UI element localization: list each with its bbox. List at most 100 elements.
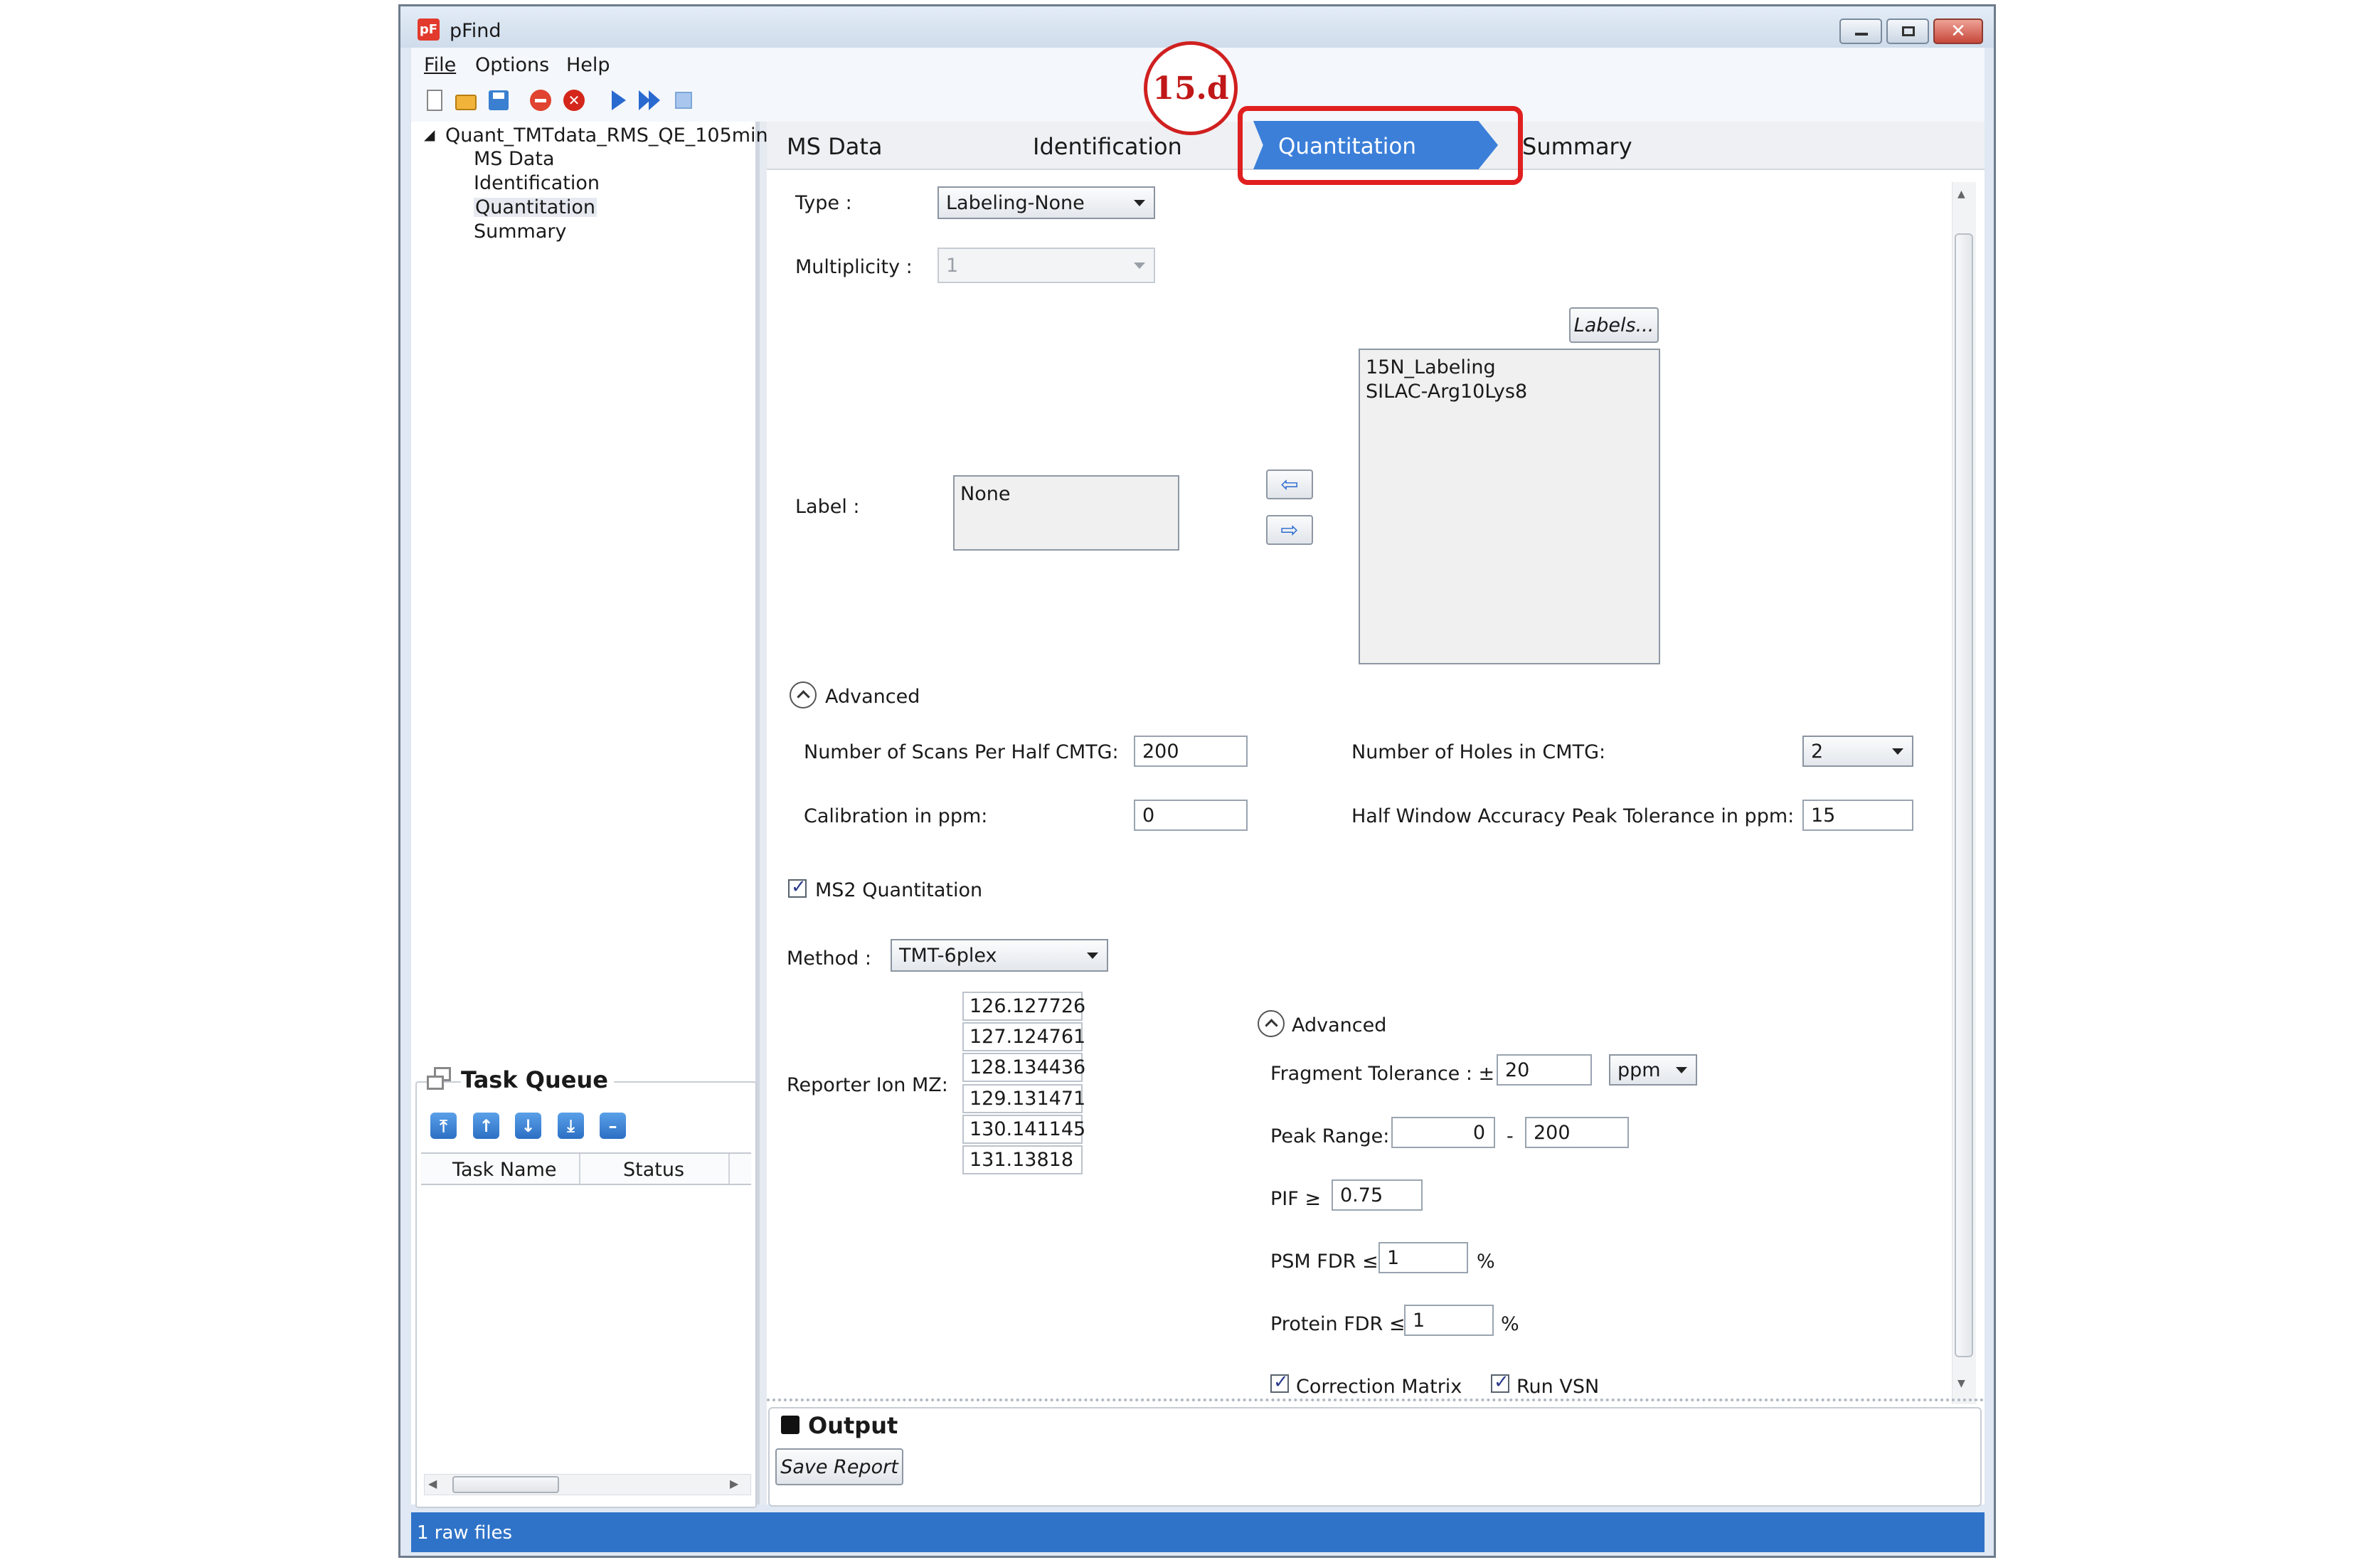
move-right-button[interactable]: ⇨ <box>1266 515 1313 545</box>
output-splitter[interactable] <box>767 1399 1985 1403</box>
fragment-tolerance-input[interactable]: 20 <box>1497 1054 1592 1086</box>
calibration-input[interactable]: 0 <box>1134 800 1248 831</box>
run-vsn-checkbox[interactable] <box>1491 1371 1509 1393</box>
tree-expand-icon[interactable]: ◢ <box>424 127 435 142</box>
move-left-button[interactable]: ⇦ <box>1266 469 1313 499</box>
type-label: Type : <box>795 192 852 214</box>
task-scroll-thumb[interactable] <box>452 1476 559 1493</box>
scroll-left-icon[interactable]: ◀ <box>428 1478 437 1490</box>
chevron-down-icon <box>1676 1067 1687 1073</box>
reporter-ion-cell[interactable]: 127.124761 <box>962 1022 1085 1051</box>
close-button[interactable]: ✕ <box>1933 18 1983 44</box>
labels-button[interactable]: Labels... <box>1569 307 1659 343</box>
move-down-icon[interactable]: ↓ <box>515 1113 541 1139</box>
save-report-button[interactable]: Save Report <box>775 1448 903 1485</box>
vertical-scroll-thumb[interactable] <box>1955 233 1973 1357</box>
tree-item-summary[interactable]: Summary <box>474 222 566 241</box>
task-queue-title: Task Queue <box>461 1068 614 1091</box>
label-label: Label : <box>795 496 860 518</box>
tree-item-ms-data[interactable]: MS Data <box>474 149 554 169</box>
task-queue-icon <box>427 1067 452 1093</box>
correction-matrix-checkbox[interactable] <box>1270 1371 1289 1393</box>
protein-fdr-unit: % <box>1501 1313 1519 1335</box>
save-icon[interactable] <box>487 88 511 112</box>
type-select[interactable]: Labeling-None <box>937 186 1155 219</box>
peak-range-max-input[interactable]: 200 <box>1525 1117 1629 1148</box>
peak-range-min-input[interactable]: 0 <box>1391 1117 1495 1148</box>
reporter-ion-cell[interactable]: 130.141145 <box>962 1115 1085 1144</box>
psm-fdr-input[interactable]: 1 <box>1378 1242 1468 1273</box>
reporter-ion-cell[interactable]: 126.127726 <box>962 992 1085 1021</box>
maximize-button[interactable] <box>1886 18 1929 44</box>
arrow-left-icon: ⇦ <box>1280 472 1299 497</box>
run-all-icon[interactable] <box>637 88 662 112</box>
multiplicity-select-value: 1 <box>946 254 959 277</box>
pif-input[interactable]: 0.75 <box>1332 1179 1423 1211</box>
advanced-collapse-icon[interactable] <box>790 681 817 709</box>
available-label-item[interactable]: SILAC-Arg10Lys8 <box>1366 380 1653 404</box>
remove-task-icon[interactable]: – <box>600 1113 626 1139</box>
ms2-quantitation-label: MS2 Quantitation <box>815 879 983 901</box>
scans-input[interactable]: 200 <box>1134 736 1248 767</box>
open-folder-icon[interactable] <box>454 88 478 112</box>
reporter-ion-cell[interactable]: 129.131471 <box>962 1084 1085 1113</box>
advanced-ms2-label: Advanced <box>1292 1014 1387 1036</box>
status-bar <box>411 1512 1985 1552</box>
chevron-down-icon <box>1892 748 1903 755</box>
run-icon[interactable] <box>606 88 630 112</box>
task-col-status[interactable]: Status <box>623 1160 684 1179</box>
menu-file[interactable]: File <box>424 55 456 75</box>
status-text: 1 raw files <box>417 1522 513 1544</box>
advanced-label: Advanced <box>825 686 920 708</box>
pane-splitter[interactable] <box>760 122 767 1505</box>
new-file-icon[interactable] <box>423 88 447 112</box>
selected-label-item[interactable]: None <box>960 482 1172 506</box>
run-vsn-label: Run VSN <box>1516 1376 1600 1398</box>
advanced-ms2-collapse-icon[interactable] <box>1258 1010 1285 1037</box>
scroll-down-icon[interactable]: ▼ <box>1957 1379 1965 1389</box>
tree-root[interactable]: Quant_TMTdata_RMS_QE_105min <box>445 126 768 145</box>
tree-item-quantitation[interactable]: Quantitation <box>474 198 597 217</box>
ms2-quantitation-checkbox[interactable] <box>788 876 807 898</box>
move-bottom-icon[interactable]: ⤓ <box>558 1113 584 1139</box>
reporter-ion-cell[interactable]: 128.134436 <box>962 1053 1085 1082</box>
available-label-item[interactable]: 15N_Labeling <box>1366 356 1653 380</box>
multiplicity-label: Multiplicity : <box>795 256 913 278</box>
task-col-name[interactable]: Task Name <box>452 1160 557 1179</box>
protein-fdr-input[interactable]: 1 <box>1404 1305 1494 1336</box>
menu-options[interactable]: Options <box>475 55 549 75</box>
tab-ms-data[interactable]: MS Data <box>787 135 883 158</box>
fragment-unit-select[interactable]: ppm <box>1609 1054 1697 1086</box>
highlight-box <box>1238 106 1523 185</box>
stop-task-icon[interactable] <box>528 88 553 112</box>
move-top-icon[interactable]: ⤒ <box>430 1113 457 1139</box>
tab-summary[interactable]: Summary <box>1522 135 1632 158</box>
selected-labels-list[interactable]: None <box>953 475 1179 551</box>
minimize-button[interactable] <box>1839 18 1882 44</box>
holes-select[interactable]: 2 <box>1802 736 1913 767</box>
holes-label: Number of Holes in CMTG: <box>1351 741 1606 763</box>
delete-task-icon[interactable]: ✕ <box>562 88 586 112</box>
stop-icon[interactable] <box>671 88 696 112</box>
move-up-icon[interactable]: ↑ <box>473 1113 499 1139</box>
menu-help[interactable]: Help <box>566 55 610 75</box>
chevron-down-icon <box>1134 200 1145 206</box>
scroll-up-icon[interactable]: ▲ <box>1957 189 1965 199</box>
window-title: pFind <box>450 20 501 42</box>
fragment-unit-value: ppm <box>1617 1058 1661 1081</box>
peak-range-label: Peak Range: <box>1270 1125 1390 1147</box>
scroll-right-icon[interactable]: ▶ <box>730 1478 738 1490</box>
reporter-ion-cell[interactable]: 131.13818 <box>962 1145 1083 1174</box>
half-window-input[interactable]: 15 <box>1802 800 1913 831</box>
tree-item-identification[interactable]: Identification <box>474 174 600 193</box>
method-label: Method : <box>787 948 871 970</box>
available-labels-list[interactable]: 15N_Labeling SILAC-Arg10Lys8 <box>1359 349 1660 664</box>
method-select[interactable]: TMT-6plex <box>891 939 1108 972</box>
fragment-tolerance-label: Fragment Tolerance : ± <box>1270 1063 1495 1085</box>
psm-fdr-label: PSM FDR ≤ <box>1270 1251 1378 1273</box>
half-window-label: Half Window Accuracy Peak Tolerance in p… <box>1351 805 1795 827</box>
multiplicity-select[interactable]: 1 <box>937 248 1155 283</box>
pfind-app-icon: pF <box>418 18 440 41</box>
tab-identification[interactable]: Identification <box>1033 135 1182 158</box>
peak-range-min-value: 0 <box>1472 1121 1485 1144</box>
